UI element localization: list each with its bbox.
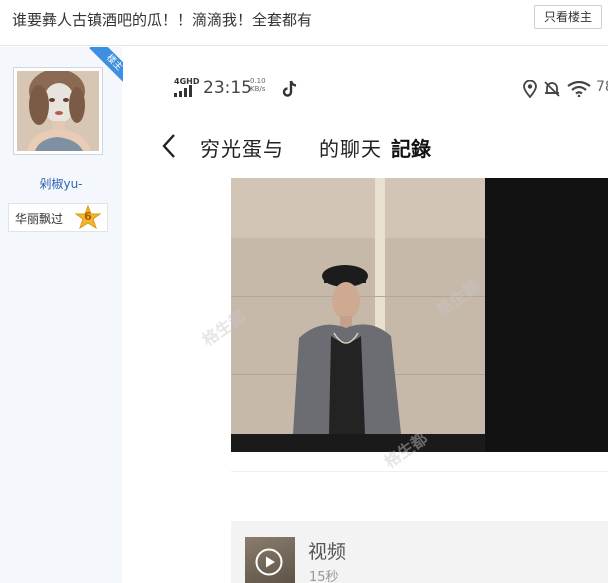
status-time: 23:15 bbox=[203, 78, 252, 98]
op-badge: 楼主 bbox=[80, 47, 124, 91]
chat-title-part1: 穷光蛋与 bbox=[200, 137, 284, 161]
location-pin-icon bbox=[523, 80, 537, 98]
chat-title-part2: 的聊天 bbox=[319, 137, 382, 161]
battery-level: 78 bbox=[596, 79, 608, 95]
photo-image bbox=[231, 178, 608, 452]
speed-value: 0.10 bbox=[250, 77, 266, 85]
video-thumbnail bbox=[245, 537, 295, 583]
video-label: 视频 bbox=[308, 541, 347, 563]
level-number: 6 bbox=[84, 210, 92, 223]
chat-photo[interactable] bbox=[231, 178, 608, 452]
level-name: 华丽飘过 bbox=[15, 212, 64, 226]
chat-title-part3: 記錄 bbox=[391, 137, 431, 161]
post-image[interactable]: 4GHD 23:15 0.10 KB/s 7 穷光蛋与 的聊天 記錄 视频 15… bbox=[123, 47, 608, 583]
speed-unit: KB/s bbox=[250, 85, 266, 93]
signal-bars-icon bbox=[174, 85, 192, 97]
star-badge-icon: 6 bbox=[74, 204, 102, 231]
wifi-icon bbox=[567, 81, 591, 97]
tiktok-icon bbox=[282, 80, 297, 97]
author-level: 华丽飘过 6 bbox=[8, 203, 108, 232]
bell-mute-icon bbox=[544, 81, 560, 97]
author-username[interactable]: 剁椒yu- bbox=[0, 175, 122, 192]
network-speed: 0.10 KB/s bbox=[250, 77, 266, 93]
chat-header: 穷光蛋与 的聊天 記錄 bbox=[123, 127, 608, 167]
thread-title: 谁要彝人古镇酒吧的瓜！！滴滴我！全套都有 bbox=[12, 11, 313, 29]
play-icon[interactable] bbox=[255, 548, 283, 576]
only-op-button[interactable]: 只看楼主 bbox=[533, 5, 602, 29]
chevron-left-icon[interactable] bbox=[161, 132, 177, 160]
divider bbox=[231, 471, 608, 472]
video-duration: 15秒 bbox=[309, 570, 339, 583]
phone-status-bar: 4GHD 23:15 0.10 KB/s 7 bbox=[123, 47, 608, 122]
op-badge-label: 楼主 bbox=[89, 47, 124, 88]
thread-title-bar: 谁要彝人古镇酒吧的瓜！！滴滴我！全套都有 只看楼主 bbox=[0, 0, 608, 46]
author-sidebar: 楼主 剁椒yu- 华丽飘过 6 bbox=[0, 47, 124, 583]
video-message[interactable]: 视频 15秒 bbox=[231, 521, 608, 583]
